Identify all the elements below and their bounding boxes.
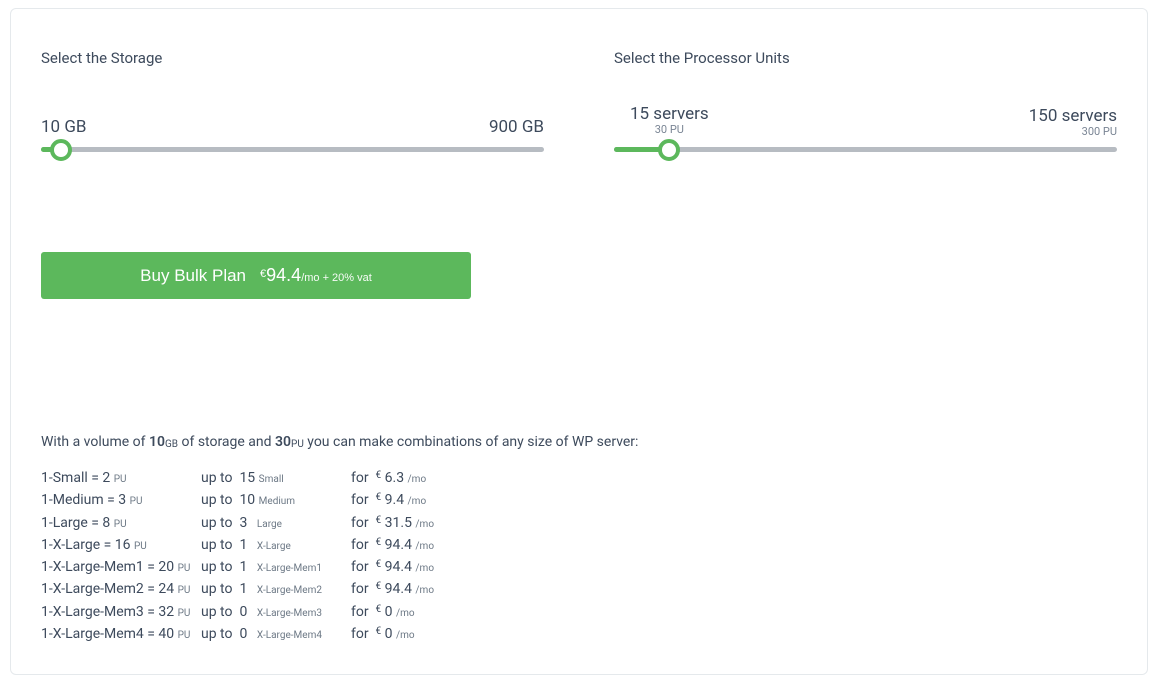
summary-storage-unit: GB <box>165 439 178 450</box>
processor-current-stack: 15 servers 30 PU <box>669 105 1117 137</box>
processor-slider-handle[interactable] <box>658 139 680 161</box>
storage-slider[interactable] <box>41 147 544 152</box>
combo-price: for € 31.5 /mo <box>351 513 461 533</box>
combo-upto: up to 0 X-Large-Mem4 <box>201 624 351 644</box>
storage-column: Select the Storage 10 GB 900 GB <box>41 49 544 152</box>
buy-button-amount: 94.4 <box>266 265 301 286</box>
storage-label: Select the Storage <box>41 49 544 67</box>
combo-upto: up to 3 Large <box>201 513 351 533</box>
buy-button-currency: € <box>260 268 266 280</box>
buy-button-title: Buy Bulk Plan <box>140 266 246 286</box>
combo-upto: up to 1 X-Large-Mem2 <box>201 579 351 599</box>
combo-upto: up to 10 Medium <box>201 490 351 510</box>
combo-price: for € 94.4 /mo <box>351 535 461 555</box>
combos-grid: 1-Small = 2 PUup to 15 Smallfor € 6.3 /m… <box>41 468 1117 644</box>
combo-name: 1-X-Large-Mem4 = 40 PU <box>41 624 201 644</box>
combo-price: for € 9.4 /mo <box>351 490 461 510</box>
processor-label: Select the Processor Units <box>614 49 1117 67</box>
summary-line: With a volume of 10GB of storage and 30P… <box>41 434 1117 450</box>
storage-slider-head: 10 GB 900 GB <box>41 107 544 137</box>
combo-price: for € 6.3 /mo <box>351 468 461 488</box>
combo-name: 1-X-Large = 16 PU <box>41 535 201 555</box>
processor-column: Select the Processor Units 15 servers 30… <box>614 49 1117 152</box>
storage-min-label: 10 GB <box>41 117 87 137</box>
summary-section: With a volume of 10GB of storage and 30P… <box>41 434 1117 644</box>
combo-price: for € 0 /mo <box>351 624 461 644</box>
combo-price: for € 94.4 /mo <box>351 557 461 577</box>
summary-prefix: With a volume of <box>41 434 149 450</box>
summary-pu-amount: 30 <box>275 434 291 450</box>
buy-bulk-plan-button[interactable]: Buy Bulk Plan € 94.4 /mo + 20% vat <box>41 252 471 299</box>
combo-upto: up to 15 Small <box>201 468 351 488</box>
combo-name: 1-X-Large-Mem1 = 20 PU <box>41 557 201 577</box>
summary-mid1: of storage and <box>178 434 275 450</box>
combo-upto: up to 1 X-Large-Mem1 <box>201 557 351 577</box>
pricing-card: Select the Storage 10 GB 900 GB Select t… <box>10 8 1148 675</box>
processor-current-pu: 30 PU <box>630 124 709 135</box>
combo-name: 1-Large = 8 PU <box>41 513 201 533</box>
summary-suffix: you can make combinations of any size of… <box>304 434 639 450</box>
storage-slider-handle[interactable] <box>50 139 72 161</box>
combo-name: 1-Medium = 3 PU <box>41 490 201 510</box>
summary-storage-amount: 10 <box>149 434 165 450</box>
processor-slider[interactable] <box>614 147 1117 152</box>
sliders-row: Select the Storage 10 GB 900 GB Select t… <box>41 49 1117 152</box>
combo-name: 1-X-Large-Mem2 = 24 PU <box>41 579 201 599</box>
combo-name: 1-X-Large-Mem3 = 32 PU <box>41 602 201 622</box>
buy-button-suffix: /mo + 20% vat <box>301 272 372 284</box>
summary-pu-unit: PU <box>291 439 304 450</box>
combo-name: 1-Small = 2 PU <box>41 468 201 488</box>
combo-upto: up to 0 X-Large-Mem3 <box>201 602 351 622</box>
storage-max-label: 900 GB <box>489 117 544 137</box>
processor-slider-head: 15 servers 30 PU 150 servers 300 PU <box>614 107 1117 137</box>
combo-price: for € 94.4 /mo <box>351 579 461 599</box>
combo-upto: up to 1 X-Large <box>201 535 351 555</box>
processor-current-servers: 15 servers <box>630 105 709 124</box>
combo-price: for € 0 /mo <box>351 602 461 622</box>
